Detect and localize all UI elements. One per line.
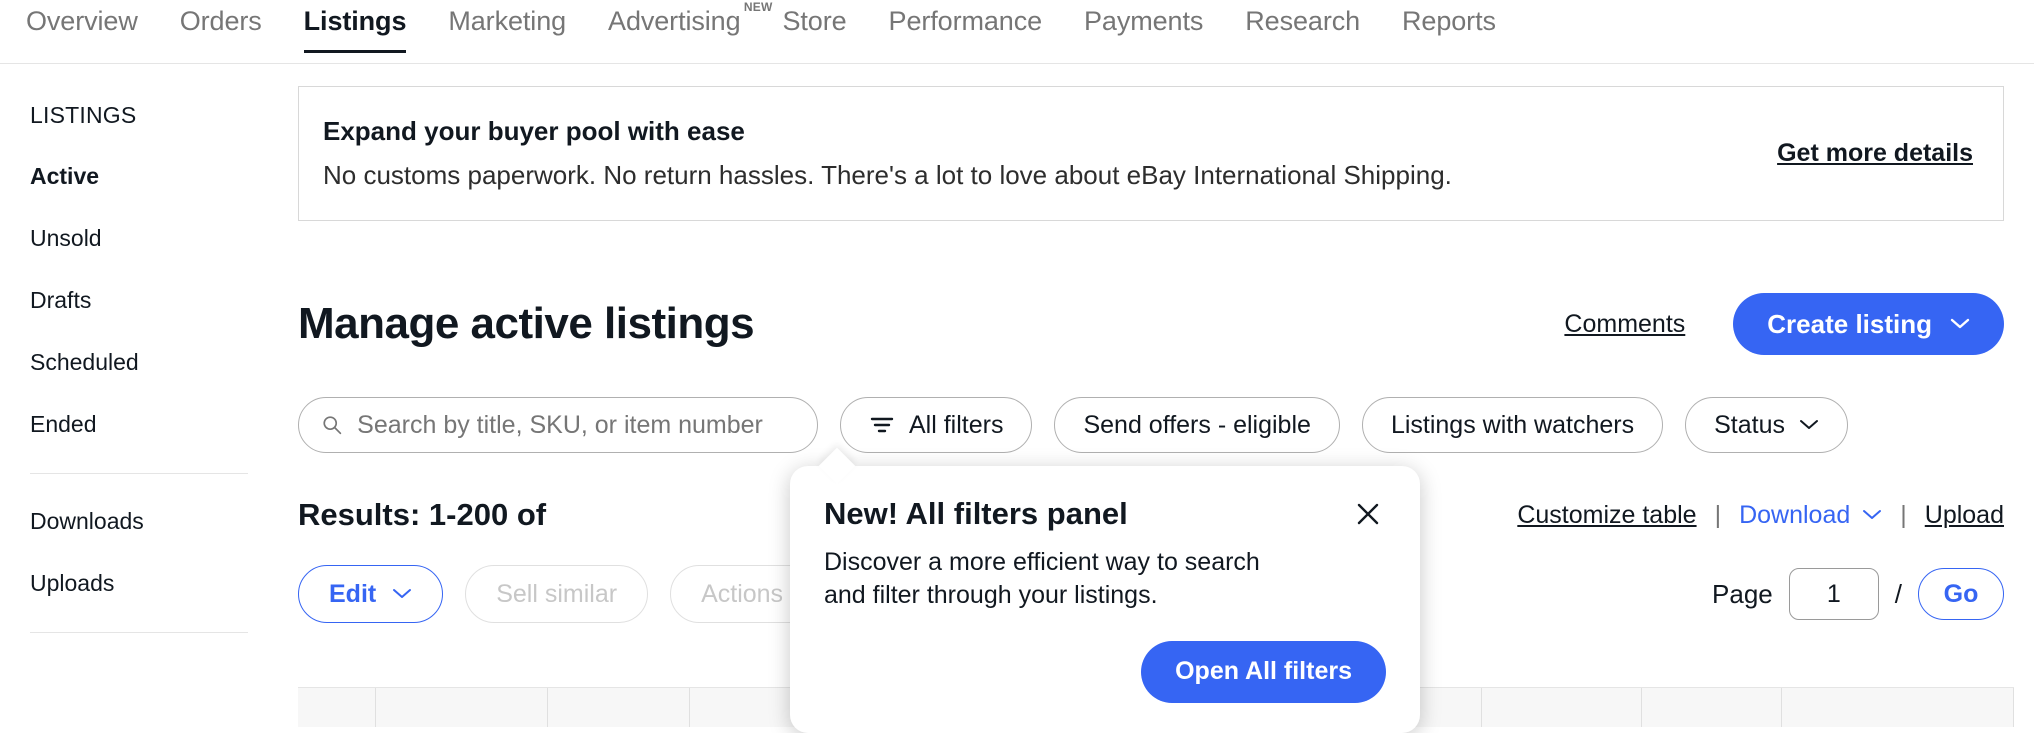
nav-label: Store <box>782 6 847 36</box>
tool-separator: | <box>1714 500 1722 529</box>
sidebar-divider-bottom <box>30 632 248 633</box>
new-badge: NEW <box>743 0 773 14</box>
download-label: Download <box>1739 500 1851 529</box>
table-tools: Customize table | Download | Upload <box>1517 501 2004 530</box>
nav-item-performance[interactable]: Performance <box>888 0 1043 53</box>
nav-item-overview[interactable]: Overview <box>26 0 138 53</box>
results-count: Results: 1-200 of <box>298 497 547 532</box>
popover-body: Discover a more efficient way to search … <box>824 548 1260 610</box>
sidebar-item-unsold[interactable]: Unsold <box>30 225 250 252</box>
comments-link[interactable]: Comments <box>1564 310 1685 339</box>
sidebar-item-downloads[interactable]: Downloads <box>30 508 250 535</box>
close-icon[interactable] <box>1350 496 1386 532</box>
filter-row: All filters Send offers - eligible Listi… <box>298 397 2004 453</box>
popover-footer: Open All filters <box>824 640 1386 703</box>
nav-label: Overview <box>26 6 138 36</box>
download-link[interactable]: Download <box>1739 501 1882 530</box>
popover-header: New! All filters panel <box>824 496 1386 532</box>
sidebar: LISTINGS Active Unsold Drafts Scheduled … <box>0 64 250 667</box>
table-column-divider <box>1642 688 1782 727</box>
nav-item-marketing[interactable]: Marketing <box>448 0 566 53</box>
table-column-divider <box>298 688 376 727</box>
chevron-down-icon <box>1950 318 1970 329</box>
tool-separator: | <box>1900 500 1907 529</box>
sell-similar-button: Sell similar <box>465 565 649 623</box>
all-filters-button[interactable]: All filters <box>840 397 1033 453</box>
sidebar-item-active[interactable]: Active <box>30 163 250 190</box>
chevron-down-icon <box>1799 420 1818 429</box>
chip-status[interactable]: Status <box>1685 397 1848 453</box>
nav-label: Reports <box>1402 6 1496 36</box>
sidebar-item-scheduled[interactable]: Scheduled <box>30 349 250 376</box>
page-slash: / <box>1894 578 1902 609</box>
all-filters-label: All filters <box>909 410 1004 439</box>
nav-label: Performance <box>888 6 1043 36</box>
chip-send-offers-eligible[interactable]: Send offers - eligible <box>1054 397 1340 453</box>
page-label: Page <box>1712 578 1773 609</box>
get-more-details-link[interactable]: Get more details <box>1777 139 1973 168</box>
chip-label: Status <box>1714 410 1785 439</box>
promo-title: Expand your buyer pool with ease <box>323 116 745 146</box>
nav-item-payments[interactable]: Payments <box>1084 0 1203 53</box>
nav-item-advertising[interactable]: Advertising NEW <box>608 0 772 53</box>
nav-label: Listings <box>303 6 407 36</box>
search-box[interactable] <box>298 397 818 453</box>
all-filters-popover: New! All filters panel Discover a more e… <box>790 447 1420 733</box>
nav-item-store[interactable]: Store <box>783 0 847 53</box>
nav-label: Payments <box>1084 6 1204 36</box>
page-title: Manage active listings <box>298 299 755 348</box>
sidebar-item-uploads[interactable]: Uploads <box>30 570 250 597</box>
go-button[interactable]: Go <box>1918 568 2004 620</box>
sell-similar-label: Sell similar <box>496 579 618 608</box>
chevron-down-icon <box>1863 510 1882 519</box>
page-number-input[interactable] <box>1788 568 1879 620</box>
nav-item-orders[interactable]: Orders <box>180 0 262 53</box>
customize-table-link[interactable]: Customize table <box>1517 501 1696 530</box>
table-column-divider <box>548 688 690 727</box>
sidebar-item-drafts[interactable]: Drafts <box>30 287 250 314</box>
promo-text: Expand your buyer pool with ease No cust… <box>323 116 1452 191</box>
chip-label: Listings with watchers <box>1390 410 1635 439</box>
pagination: Page / Go <box>1712 568 2004 620</box>
edit-label: Edit <box>329 579 377 608</box>
sidebar-divider <box>30 473 248 474</box>
upload-link[interactable]: Upload <box>1925 501 2004 530</box>
chevron-down-icon <box>393 589 412 598</box>
create-listing-button[interactable]: Create listing <box>1733 293 2004 355</box>
promo-subtitle: No customs paperwork. No return hassles.… <box>323 160 1452 190</box>
page-header-row: Manage active listings Comments Create l… <box>298 293 2004 355</box>
chip-label: Send offers - eligible <box>1083 410 1311 439</box>
nav-label: Advertising <box>608 6 741 36</box>
actions-label: Actions <box>701 579 784 608</box>
nav-label: Orders <box>179 6 262 36</box>
search-icon <box>323 416 342 435</box>
table-column-divider <box>376 688 548 727</box>
edit-button[interactable]: Edit <box>298 565 444 623</box>
bulk-action-buttons: Edit Sell similar Actions <box>298 565 851 623</box>
nav-label: Research <box>1245 6 1361 36</box>
sidebar-item-ended[interactable]: Ended <box>30 411 250 438</box>
nav-label: Marketing <box>448 6 567 36</box>
nav-item-research[interactable]: Research <box>1245 0 1360 53</box>
table-column-divider <box>1482 688 1642 727</box>
chip-listings-with-watchers[interactable]: Listings with watchers <box>1361 397 1664 453</box>
open-all-filters-button[interactable]: Open All filters <box>1141 640 1386 703</box>
search-input[interactable] <box>357 410 795 440</box>
filter-icon <box>870 417 894 433</box>
nav-item-reports[interactable]: Reports <box>1402 0 1496 53</box>
nav-item-listings[interactable]: Listings <box>303 0 407 53</box>
primary-navigation: Overview Orders Listings Marketing Adver… <box>0 0 2034 64</box>
sidebar-heading: LISTINGS <box>30 102 137 128</box>
table-column-divider <box>1782 688 2014 727</box>
page-header-actions: Comments Create listing <box>1564 293 2004 355</box>
promo-banner: Expand your buyer pool with ease No cust… <box>298 86 2004 221</box>
popover-title: New! All filters panel <box>824 496 1128 531</box>
create-listing-label: Create listing <box>1767 308 1932 339</box>
